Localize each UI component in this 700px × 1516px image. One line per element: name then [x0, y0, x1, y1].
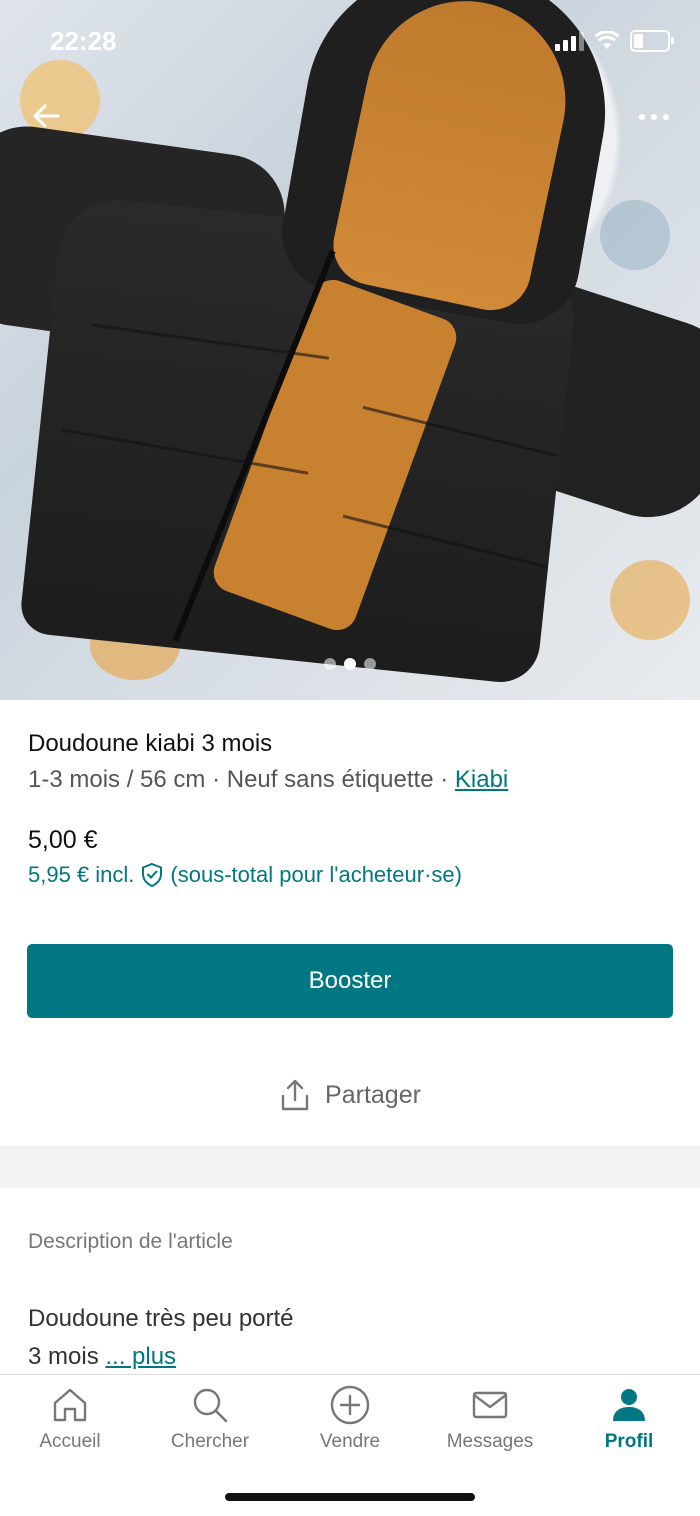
section-divider: [0, 1146, 700, 1188]
item-attributes: 1-3 mois / 56 cm · Neuf sans étiquette ·…: [28, 766, 509, 793]
battery-icon: [630, 30, 674, 52]
share-icon: [281, 1079, 309, 1111]
share-button[interactable]: Partager: [0, 1078, 700, 1112]
tab-profil[interactable]: Profil: [559, 1385, 699, 1453]
arrow-left-icon: [33, 104, 60, 128]
blanket-pattern: [610, 560, 690, 640]
more-dot: [639, 114, 645, 120]
status-time: 22:28: [50, 26, 117, 56]
more-options-button[interactable]: [634, 102, 674, 132]
status-icons: [555, 30, 674, 52]
tab-chercher[interactable]: Chercher: [140, 1385, 280, 1453]
description-label: Description de l'article: [28, 1230, 233, 1253]
buyer-price-note: (sous-total pour l'acheteur·se): [170, 862, 462, 887]
item-price: 5,00 €: [28, 826, 98, 854]
back-button[interactable]: [28, 96, 68, 136]
mail-icon: [472, 1391, 508, 1419]
buyer-price[interactable]: 5,95 € incl. (sous-total pour l'acheteur…: [28, 862, 462, 888]
wifi-icon: [594, 31, 620, 49]
person-icon: [613, 1389, 645, 1421]
share-label: Partager: [325, 1080, 421, 1109]
blanket-pattern: [600, 200, 670, 270]
home-indicator: [225, 1493, 475, 1501]
plus-circle-icon: [330, 1385, 370, 1425]
item-size: 1-3 mois / 56 cm: [28, 766, 206, 793]
more-dot: [651, 114, 657, 120]
signal-icon: [555, 31, 584, 51]
item-condition: Neuf sans étiquette: [226, 766, 434, 793]
description-line: Doudoune très peu porté: [28, 1305, 294, 1332]
tab-messages[interactable]: Messages: [420, 1385, 560, 1453]
tab-accueil[interactable]: Accueil: [0, 1385, 140, 1453]
item-title: Doudoune kiabi 3 mois: [28, 730, 273, 757]
tab-vendre[interactable]: Vendre: [280, 1385, 420, 1453]
shield-check-icon: [142, 862, 163, 888]
pagination-dot: [324, 658, 336, 670]
search-icon: [193, 1388, 228, 1423]
photo-pagination: [0, 658, 700, 670]
booster-button[interactable]: Booster: [27, 944, 673, 1018]
home-icon: [53, 1388, 87, 1422]
item-photo[interactable]: 22:28: [0, 0, 700, 700]
description-text: Doudoune très peu porté 3 mois ... plus: [28, 1300, 294, 1376]
item-details: Doudoune kiabi 3 mois 1-3 mois / 56 cm ·…: [28, 730, 672, 794]
pagination-dot: [364, 658, 376, 670]
pagination-dot-active: [344, 658, 356, 670]
description-more-link[interactable]: ... plus: [105, 1343, 176, 1370]
buyer-price-value: 5,95 € incl.: [28, 862, 135, 887]
description-line-2: 3 mois ... plus: [28, 1343, 177, 1370]
more-dot: [663, 114, 669, 120]
item-brand-link[interactable]: Kiabi: [455, 766, 508, 793]
